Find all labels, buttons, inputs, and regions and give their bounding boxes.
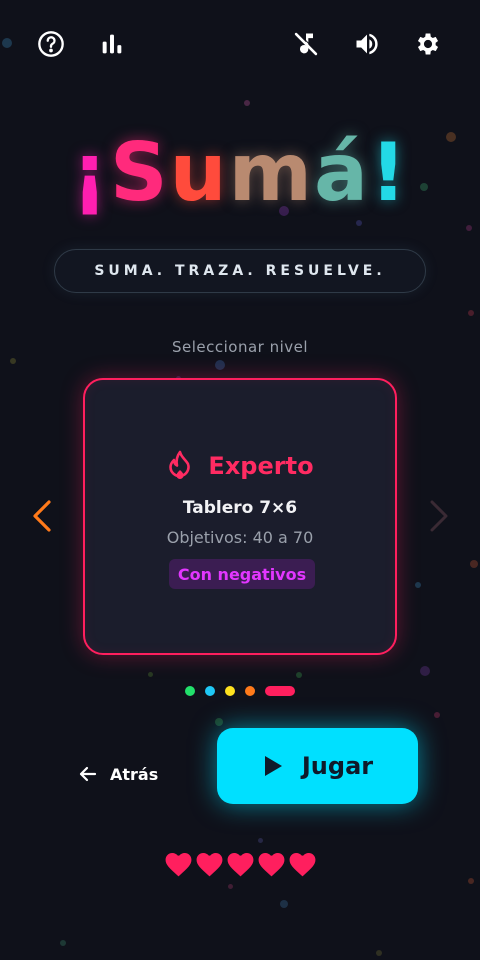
background-particle	[60, 940, 66, 946]
pager-dot[interactable]	[225, 686, 235, 696]
background-particle	[244, 100, 250, 106]
level-select-label: Seleccionar nivel	[171, 338, 309, 356]
back-label: Atrás	[110, 764, 159, 784]
background-particle	[415, 582, 421, 588]
level-name: Experto	[208, 452, 314, 480]
heart-icon	[196, 853, 222, 877]
background-particle	[468, 310, 474, 316]
heart-icon	[165, 853, 191, 877]
play-icon	[264, 756, 282, 776]
pager-dot[interactable]	[265, 686, 295, 696]
flame-icon	[169, 450, 191, 480]
heart-icon	[289, 853, 315, 877]
stats-button[interactable]	[92, 24, 132, 64]
background-particle	[470, 560, 478, 568]
settings-button[interactable]	[408, 24, 448, 64]
game-title: ¡Sumá!	[0, 118, 480, 228]
pager-dot[interactable]	[245, 686, 255, 696]
title-letter: !	[369, 126, 409, 219]
chevron-left-icon	[33, 500, 51, 532]
music-toggle-button[interactable]	[286, 24, 326, 64]
arrow-left-icon	[79, 766, 97, 782]
next-level-button[interactable]	[424, 496, 452, 536]
background-particle	[258, 838, 263, 843]
goal-range: Objetivos: 40 a 70	[166, 528, 314, 547]
title-letter: u	[169, 126, 229, 219]
play-label: Jugar	[301, 752, 374, 780]
top-bar	[0, 24, 480, 64]
level-card[interactable]: Experto Tablero 7×6 Objetivos: 40 a 70 C…	[83, 378, 397, 655]
heart-icon	[258, 853, 284, 877]
tagline: SUMA. TRAZA. RESUELVE.	[54, 249, 426, 293]
level-card-header: Experto	[85, 450, 395, 482]
background-particle	[420, 666, 430, 676]
music-off-icon	[294, 32, 318, 56]
pager-dot[interactable]	[205, 686, 215, 696]
title-letter: m	[228, 126, 314, 219]
help-icon	[38, 31, 64, 57]
gear-icon	[417, 33, 439, 55]
background-particle	[280, 900, 288, 908]
sound-toggle-button[interactable]	[347, 24, 387, 64]
board-size: Tablero 7×6	[182, 498, 298, 518]
background-particle	[148, 672, 153, 677]
background-particle	[434, 712, 440, 718]
play-button[interactable]: Jugar	[217, 728, 418, 804]
lives-hearts	[0, 852, 480, 877]
level-pager	[0, 686, 480, 696]
help-button[interactable]	[31, 24, 71, 64]
stats-icon	[102, 34, 122, 54]
background-particle	[468, 878, 474, 884]
negatives-badge: Con negativos	[169, 559, 315, 589]
title-letter: á	[313, 126, 370, 219]
background-particle	[296, 672, 302, 678]
pager-dot[interactable]	[185, 686, 195, 696]
back-button[interactable]: Atrás	[78, 760, 158, 788]
heart-icon	[227, 853, 253, 877]
title-letter: ¡	[71, 126, 111, 219]
chevron-right-icon	[430, 500, 448, 532]
volume-icon	[356, 33, 378, 55]
background-particle	[10, 358, 16, 364]
background-particle	[215, 360, 225, 370]
prev-level-button[interactable]	[27, 496, 55, 536]
background-particle	[228, 884, 233, 889]
title-letter: S	[110, 126, 170, 219]
background-particle	[215, 718, 223, 726]
background-particle	[376, 950, 382, 956]
